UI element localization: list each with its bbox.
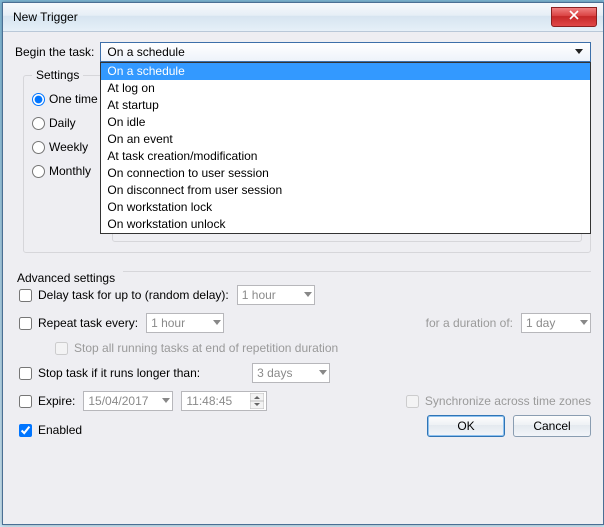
stop-longer-checkbox[interactable]	[19, 367, 32, 380]
chevron-down-icon	[162, 398, 170, 404]
duration-value: 1 day	[526, 316, 555, 330]
delay-check[interactable]: Delay task for up to (random delay):	[19, 288, 229, 302]
close-icon	[569, 10, 579, 20]
repeat-check[interactable]: Repeat task every:	[19, 316, 138, 330]
chevron-down-icon	[213, 320, 221, 326]
titlebar: New Trigger	[3, 3, 603, 32]
repeat-label: Repeat task every:	[38, 316, 138, 330]
expire-sync-checkbox	[406, 395, 419, 408]
expire-date-value: 15/04/2017	[88, 394, 148, 408]
begin-task-option[interactable]: On a schedule	[101, 63, 590, 80]
stop-all-label: Stop all running tasks at end of repetit…	[74, 341, 338, 355]
enabled-label: Enabled	[38, 423, 82, 437]
expire-time-value: 11:48:45	[186, 394, 232, 408]
window-title: New Trigger	[13, 10, 78, 24]
expire-check[interactable]: Expire:	[19, 394, 75, 408]
begin-task-option[interactable]: On workstation lock	[101, 199, 590, 216]
chevron-down-icon	[319, 370, 327, 376]
radio-daily[interactable]: Daily	[32, 116, 104, 130]
begin-task-selected: On a schedule	[107, 45, 184, 59]
expire-time-field[interactable]: 11:48:45	[181, 391, 267, 411]
cancel-button[interactable]: Cancel	[513, 415, 591, 437]
begin-task-option[interactable]: On connection to user session	[101, 165, 590, 182]
advanced-heading: Advanced settings	[17, 271, 115, 285]
begin-task-dropdown[interactable]: On a schedule On a scheduleAt log onAt s…	[100, 42, 591, 62]
expire-sync-check[interactable]: Synchronize across time zones	[406, 394, 591, 408]
radio-weekly[interactable]: Weekly	[32, 140, 104, 154]
stop-longer-combo[interactable]: 3 days	[252, 363, 330, 383]
begin-task-option[interactable]: On idle	[101, 114, 590, 131]
begin-task-label: Begin the task:	[15, 45, 94, 59]
radio-daily-input[interactable]	[32, 117, 45, 130]
expire-label: Expire:	[38, 394, 75, 408]
radio-monthly-input[interactable]	[32, 165, 45, 178]
expire-sync-label: Synchronize across time zones	[425, 394, 591, 408]
chevron-down-icon	[580, 320, 588, 326]
begin-task-option[interactable]: At startup	[101, 97, 590, 114]
stop-longer-value: 3 days	[257, 366, 292, 380]
repeat-checkbox[interactable]	[19, 317, 32, 330]
stop-longer-label: Stop task if it runs longer than:	[38, 366, 200, 380]
radio-daily-label: Daily	[49, 116, 76, 130]
stop-longer-check[interactable]: Stop task if it runs longer than:	[19, 366, 200, 380]
radio-monthly[interactable]: Monthly	[32, 164, 104, 178]
repeat-value: 1 hour	[151, 316, 185, 330]
radio-weekly-input[interactable]	[32, 141, 45, 154]
close-button[interactable]	[551, 7, 597, 27]
radio-one-time[interactable]: One time	[32, 92, 104, 106]
radio-weekly-label: Weekly	[49, 140, 88, 154]
duration-combo[interactable]: 1 day	[521, 313, 591, 333]
delay-combo[interactable]: 1 hour	[237, 285, 315, 305]
radio-one-time-input[interactable]	[32, 93, 45, 106]
begin-task-dropdown-display[interactable]: On a schedule	[100, 42, 591, 62]
expire-date-field[interactable]: 15/04/2017	[83, 391, 173, 411]
repeat-combo[interactable]: 1 hour	[146, 313, 224, 333]
new-trigger-dialog: New Trigger Begin the task: On a schedul…	[2, 2, 604, 525]
chevron-down-icon	[572, 45, 586, 59]
begin-task-dropdown-list[interactable]: On a scheduleAt log onAt startupOn idleO…	[100, 62, 591, 234]
begin-task-option[interactable]: On an event	[101, 131, 590, 148]
ok-button[interactable]: OK	[427, 415, 505, 437]
begin-task-option[interactable]: On disconnect from user session	[101, 182, 590, 199]
chevron-down-icon	[304, 292, 312, 298]
spinner-icon	[250, 393, 264, 409]
expire-checkbox[interactable]	[19, 395, 32, 408]
delay-label: Delay task for up to (random delay):	[38, 288, 229, 302]
settings-legend: Settings	[32, 68, 83, 82]
delay-value: 1 hour	[242, 288, 276, 302]
stop-all-checkbox	[55, 342, 68, 355]
begin-task-option[interactable]: On workstation unlock	[101, 216, 590, 233]
stop-all-check[interactable]: Stop all running tasks at end of repetit…	[55, 341, 338, 355]
radio-one-time-label: One time	[49, 92, 98, 106]
radio-monthly-label: Monthly	[49, 164, 91, 178]
delay-checkbox[interactable]	[19, 289, 32, 302]
duration-label: for a duration of:	[426, 316, 513, 330]
enabled-check[interactable]: Enabled	[19, 423, 82, 437]
begin-task-option[interactable]: At log on	[101, 80, 590, 97]
enabled-checkbox[interactable]	[19, 424, 32, 437]
begin-task-option[interactable]: At task creation/modification	[101, 148, 590, 165]
